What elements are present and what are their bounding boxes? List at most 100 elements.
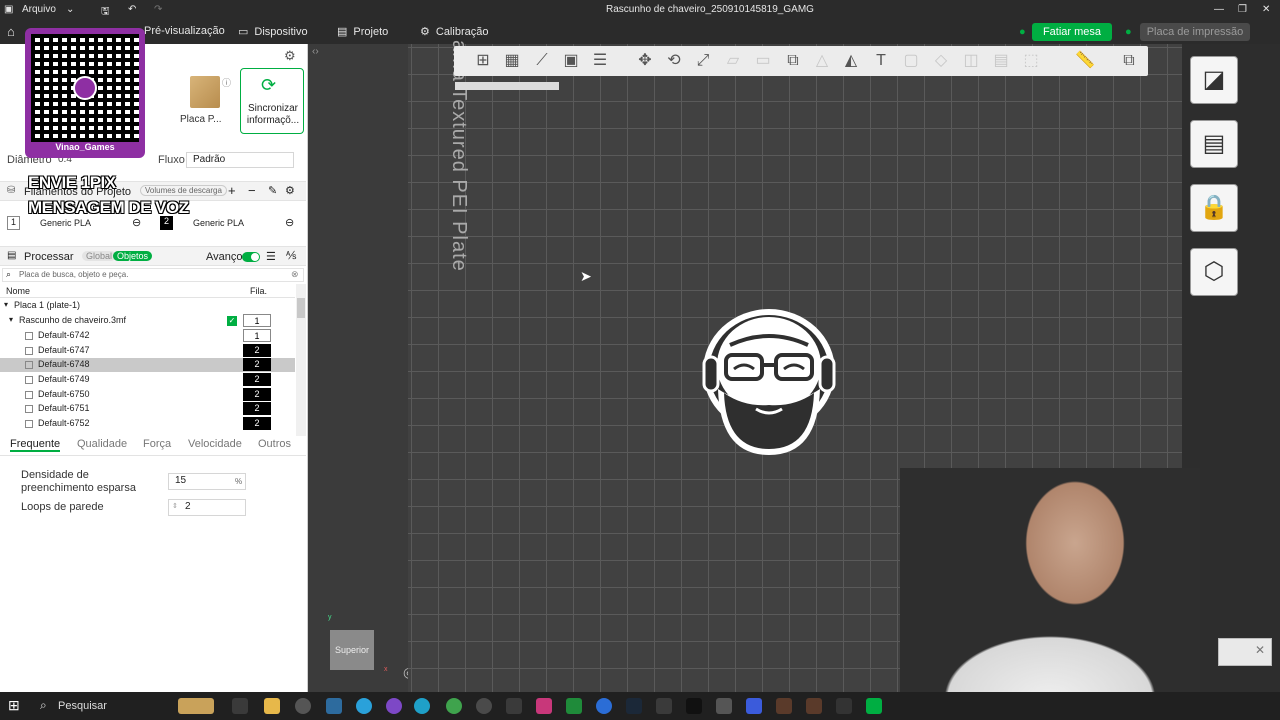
- collapse-panel-icon[interactable]: ‹›: [312, 46, 319, 57]
- list-item-selected[interactable]: Default-6748 2: [0, 358, 295, 372]
- app-icon-12[interactable]: [836, 698, 852, 714]
- lock-button[interactable]: 🔒: [1190, 184, 1238, 232]
- object-filament[interactable]: 2: [243, 344, 271, 357]
- app-icon-8[interactable]: [716, 698, 732, 714]
- tab-quality[interactable]: Qualidade: [77, 438, 127, 450]
- list-item[interactable]: Default-6750 2: [0, 388, 295, 402]
- edit-icon[interactable]: ✎: [268, 184, 277, 197]
- purge-volumes-button[interactable]: Volumes de descarga: [140, 185, 227, 196]
- list-item[interactable]: Default-6752 2: [0, 417, 295, 431]
- measure-icon[interactable]: 📏: [1074, 50, 1096, 72]
- list-item[interactable]: Default-6751 2: [0, 402, 295, 416]
- epic-games-icon[interactable]: [686, 698, 702, 714]
- variable-layer-icon[interactable]: ▤: [990, 50, 1012, 72]
- global-tab[interactable]: Global: [82, 251, 117, 261]
- object-filament[interactable]: 2: [243, 358, 271, 371]
- compare-icon[interactable]: ⅍: [286, 250, 296, 262]
- view-cube[interactable]: Superior: [330, 630, 374, 670]
- app-icon-1[interactable]: [326, 698, 342, 714]
- app-icon-3[interactable]: [476, 698, 492, 714]
- app-icon-4[interactable]: [506, 698, 522, 714]
- app-icon-11[interactable]: [806, 698, 822, 714]
- scale-icon[interactable]: ⤢: [692, 50, 714, 72]
- weather-widget-icon[interactable]: [178, 698, 214, 714]
- save-icon[interactable]: 🖫: [101, 4, 110, 21]
- object-list-scrollbar[interactable]: [296, 284, 306, 436]
- tree-model-row[interactable]: ▾ Rascunho de chaveiro.3mf ✓ 1: [0, 314, 295, 328]
- popup-close-icon[interactable]: ✕: [1255, 643, 1265, 657]
- wall-loops-input[interactable]: ⇕ 2: [168, 499, 246, 516]
- file-explorer-icon[interactable]: [264, 698, 280, 714]
- plate-type-label[interactable]: Placa P...: [180, 114, 222, 125]
- print-plate-button[interactable]: Placa de impressão: [1140, 23, 1250, 41]
- plate-settings-button[interactable]: ⬡: [1190, 248, 1238, 296]
- object-filament[interactable]: 2: [243, 402, 271, 415]
- close-icon[interactable]: ✕: [1262, 4, 1270, 15]
- taskbar-search[interactable]: Pesquisar: [58, 700, 107, 712]
- brim-icon[interactable]: ◫: [960, 50, 982, 72]
- text-icon[interactable]: T: [870, 50, 892, 72]
- assembly-icon[interactable]: ⬚: [1020, 50, 1042, 72]
- list-item[interactable]: Default-6742 1: [0, 329, 295, 343]
- file-menu[interactable]: Arquivo: [22, 4, 56, 15]
- edge-icon[interactable]: [414, 698, 430, 714]
- filament-settings-icon[interactable]: ⚙: [285, 184, 295, 197]
- filament-slot-1-name[interactable]: Generic PLA: [40, 218, 91, 228]
- slice-plate-button[interactable]: Fatiar mesa: [1032, 23, 1112, 41]
- object-filament[interactable]: 2: [243, 373, 271, 386]
- add-icon[interactable]: +: [228, 183, 236, 198]
- model-filament[interactable]: 1: [243, 314, 271, 327]
- objects-tab[interactable]: Objetos: [113, 251, 153, 261]
- auto-orient-button[interactable]: ◪: [1190, 56, 1238, 104]
- notification-popup[interactable]: ✕: [1218, 638, 1272, 666]
- move-icon[interactable]: ✥: [634, 50, 656, 72]
- list-item[interactable]: Default-6747 2: [0, 344, 295, 358]
- support-paint-icon[interactable]: △: [811, 50, 833, 72]
- advanced-toggle[interactable]: [242, 252, 260, 262]
- undo-icon[interactable]: ↶: [128, 4, 136, 15]
- object-search[interactable]: ⌕ Placa de busca, objeto e peça. ⊗: [2, 268, 304, 282]
- orient-icon[interactable]: ⟋: [531, 50, 553, 72]
- tab-speed[interactable]: Velocidade: [188, 438, 242, 450]
- emboss-icon[interactable]: ▢: [900, 50, 922, 72]
- windows-start-icon[interactable]: ⊞: [8, 697, 20, 714]
- tab-device[interactable]: ▭ Dispositivo: [238, 25, 308, 39]
- object-filament[interactable]: 2: [243, 388, 271, 401]
- slice-dropdown-icon[interactable]: ●: [1019, 26, 1026, 38]
- flow-select[interactable]: Padrão: [186, 152, 294, 168]
- expand-icon[interactable]: ▾: [9, 315, 13, 324]
- boolean-icon[interactable]: ⧉: [782, 50, 804, 72]
- rotate-icon[interactable]: ⟲: [663, 50, 685, 72]
- sync-button[interactable]: ⟳ Sincronizar informaçõ...: [240, 68, 304, 134]
- filament-slot-2-name[interactable]: Generic PLA: [193, 218, 244, 228]
- checkbox-icon[interactable]: ✓: [227, 316, 237, 326]
- object-filament[interactable]: 2: [243, 417, 271, 430]
- tab-project[interactable]: ▤ Projeto: [337, 25, 388, 39]
- view-settings-icon[interactable]: ⧉: [1118, 50, 1140, 72]
- arrange-icon[interactable]: ▣: [560, 50, 582, 72]
- tab-others[interactable]: Outros: [258, 438, 291, 450]
- expand-icon[interactable]: ▾: [4, 300, 8, 309]
- seam-icon[interactable]: ◇: [930, 50, 952, 72]
- add-object-icon[interactable]: ⊞: [472, 50, 494, 72]
- arrange-button[interactable]: ▤: [1190, 120, 1238, 168]
- list-icon[interactable]: ☰: [266, 250, 276, 263]
- plate-thumbnail[interactable]: [190, 76, 220, 108]
- grid-icon[interactable]: ▦: [501, 50, 523, 72]
- object-filament[interactable]: 1: [243, 329, 271, 342]
- app-icon-10[interactable]: [776, 698, 792, 714]
- app-icon-7[interactable]: [656, 698, 672, 714]
- restore-icon[interactable]: ❐: [1238, 4, 1247, 15]
- tab-strength[interactable]: Força: [143, 438, 171, 450]
- filament-slot-2-remove-icon[interactable]: ⊖: [285, 216, 294, 229]
- home-icon[interactable]: ⌂: [7, 24, 15, 39]
- lay-on-face-icon[interactable]: ▱: [722, 50, 744, 72]
- keychain-model[interactable]: [700, 305, 838, 457]
- clear-search-icon[interactable]: ⊗: [291, 269, 299, 280]
- steam-icon[interactable]: [626, 698, 642, 714]
- gear-icon[interactable]: ⚙: [284, 48, 296, 64]
- telegram-icon[interactable]: [356, 698, 372, 714]
- app-icon-2[interactable]: [386, 698, 402, 714]
- app-icon-9[interactable]: [746, 698, 762, 714]
- app-icon-5[interactable]: [536, 698, 552, 714]
